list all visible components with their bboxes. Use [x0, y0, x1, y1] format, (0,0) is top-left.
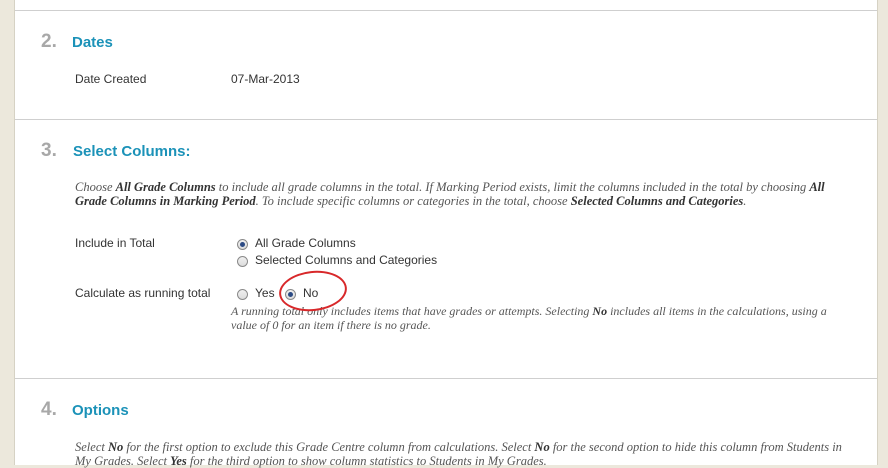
section-title-select-columns: Select Columns:: [73, 143, 191, 160]
radio-all-grade-columns[interactable]: [237, 239, 248, 250]
step-number: 2.: [41, 31, 57, 52]
radio-selected-columns-categories[interactable]: [237, 256, 248, 267]
radio-label-all-grade-columns: All Grade Columns: [255, 236, 356, 250]
radio-label-running-yes: Yes: [255, 286, 275, 300]
running-total-help: A running total only includes items that…: [231, 304, 827, 332]
radio-running-no[interactable]: [285, 289, 296, 300]
section-divider: [15, 119, 877, 120]
section-title-dates: Dates: [72, 34, 113, 51]
date-created-value: 07-Mar-2013: [231, 72, 300, 86]
content-panel: 2. Dates Date Created 07-Mar-2013 3. Sel…: [14, 0, 878, 468]
date-created-label: Date Created: [75, 72, 147, 86]
step-number: 4.: [41, 399, 57, 420]
select-columns-instructions: Choose All Grade Columns to include all …: [75, 180, 825, 208]
radio-label-selected-columns-categories: Selected Columns and Categories: [255, 253, 438, 267]
section-title-options: Options: [72, 402, 129, 419]
running-total-label: Calculate as running total: [75, 286, 211, 300]
include-in-total-label: Include in Total: [75, 236, 155, 250]
options-instructions: Select No for the first option to exclud…: [75, 440, 842, 468]
step-number: 3.: [41, 140, 57, 161]
radio-running-yes[interactable]: [237, 289, 248, 300]
section-divider: [15, 378, 877, 379]
radio-label-running-no: No: [303, 286, 319, 300]
section-divider: [15, 10, 877, 11]
